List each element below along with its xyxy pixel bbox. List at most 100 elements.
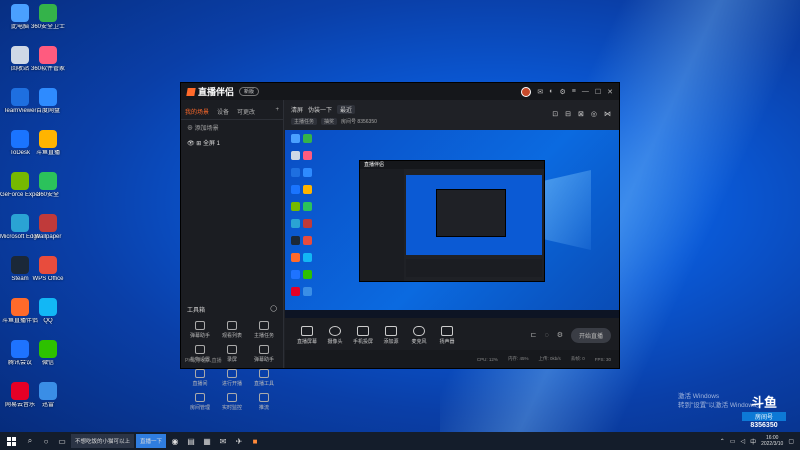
desktop-icon[interactable]: QQ: [28, 298, 68, 325]
camera-button[interactable]: 摄像头: [321, 325, 349, 345]
app-icon: [11, 214, 29, 232]
cortana-icon[interactable]: ○: [38, 432, 54, 450]
tool-item[interactable]: 实时监控: [216, 393, 248, 411]
desktop-icon[interactable]: 360软件管家: [28, 46, 68, 73]
desktop-icon-label: QQ: [43, 318, 53, 324]
maximize-icon[interactable]: ☐: [595, 88, 601, 96]
minimize-icon[interactable]: —: [582, 88, 589, 95]
gift-icon[interactable]: ⊡: [552, 110, 558, 118]
speaker-button[interactable]: 扬声器: [433, 325, 461, 345]
disguise-link[interactable]: 伪装一下: [308, 105, 332, 114]
douyu-icon[interactable]: ■: [247, 432, 263, 450]
preview-icon: [303, 287, 312, 296]
edge-icon[interactable]: ◉: [167, 432, 183, 450]
share-icon[interactable]: ⋈: [604, 110, 611, 118]
task-badge[interactable]: 主播任务: [291, 118, 318, 125]
tool-icon: [259, 321, 269, 330]
control-label: 添加源: [383, 338, 399, 345]
volume-icon[interactable]: ◁: [740, 438, 745, 445]
tool-item[interactable]: 直播工具: [248, 369, 280, 387]
task-view-icon[interactable]: ▭: [54, 432, 70, 450]
add-scene-button[interactable]: +: [275, 107, 279, 116]
tool-label: 弹幕助手: [189, 333, 210, 339]
tool-item[interactable]: 直播间: [184, 369, 216, 387]
close-icon[interactable]: ✕: [607, 88, 613, 96]
menu-icon[interactable]: ≡: [572, 88, 576, 95]
app-icon: [39, 340, 57, 358]
lottery-badge[interactable]: 抽奖: [321, 118, 338, 125]
tab-devices[interactable]: 设备: [217, 107, 229, 116]
desktop-icon[interactable]: 百度网盘: [28, 88, 68, 115]
preview-icon: [303, 168, 312, 177]
brand-title: 斗鱼: [750, 395, 777, 410]
mail-icon[interactable]: ✉: [215, 432, 231, 450]
folder-icon[interactable]: ▤: [183, 432, 199, 450]
microphone-button[interactable]: 麦克风: [405, 325, 433, 345]
record-video-icon[interactable]: ⊏: [531, 331, 537, 339]
live-settings-icon[interactable]: ⚙: [557, 331, 563, 339]
tool-item[interactable]: 进行开播: [216, 369, 248, 387]
desktop-icon[interactable]: WPS Office: [28, 256, 68, 283]
skin-icon[interactable]: ◐: [549, 88, 553, 95]
tool-item[interactable]: 主播任务: [248, 321, 280, 339]
status-item: FPS: 30: [594, 356, 611, 362]
scene-item[interactable]: 👁 ⊞ 全屏 1: [181, 135, 283, 150]
desktop-icon[interactable]: Wallpaper: [28, 214, 68, 241]
toolbox-more-icon[interactable]: ◯: [270, 305, 277, 314]
preview-icon: [303, 236, 312, 245]
tab-editable[interactable]: 可更改: [237, 107, 255, 116]
language-indicator[interactable]: 中: [750, 437, 756, 446]
message-icon[interactable]: ✉: [537, 88, 543, 96]
brand-room: 8356350: [750, 422, 778, 429]
tray-chevron-icon[interactable]: ⌃: [720, 438, 725, 445]
plane-icon[interactable]: ✈: [231, 432, 247, 450]
version-badge[interactable]: 新版: [239, 87, 260, 96]
notification-icon[interactable]: ▢: [788, 438, 794, 445]
avatar[interactable]: [521, 86, 532, 97]
scene-add-row[interactable]: ⊕ 添加场景: [181, 120, 283, 135]
preview-icon: [291, 134, 300, 143]
phone-cast-button[interactable]: 手机投屏: [349, 325, 377, 345]
room-number: 房间号 8356350: [341, 119, 377, 125]
title-bar: 直播伴侣 新版 ✉ ◐ ⚙ ≡ — ☐ ✕: [181, 83, 619, 100]
preview-icon: [303, 202, 312, 211]
tool-item[interactable]: 推流: [248, 393, 280, 411]
recent-badge[interactable]: 最近: [337, 105, 356, 114]
toolbox-grid: 弹幕助手 观看列表 主播任务 礼物设置 录屏 弹幕助手 直播间 进行开播 直播工具 房间管理 实时监…: [184, 321, 280, 411]
app-icon: [11, 298, 29, 316]
screen-capture-button[interactable]: 直播屏幕: [293, 325, 321, 345]
network-icon[interactable]: ▭: [730, 438, 736, 445]
taskbar-app-browser[interactable]: 不想吃饭的小猫可以上: [71, 434, 135, 448]
desktop-icon[interactable]: 斗鱼直播: [28, 130, 68, 157]
desktop-icon[interactable]: 360安全: [28, 172, 68, 199]
nested-sidebar: [360, 169, 404, 281]
status-item: 内存: 45%: [507, 356, 529, 361]
desktop-icon[interactable]: 迅雷: [28, 382, 68, 409]
desktop-icon[interactable]: 360安全卫士: [28, 4, 68, 31]
tool-label: 弹幕助手: [253, 357, 274, 363]
preview-desktop-icons: [291, 134, 315, 304]
start-live-button[interactable]: 开始直播: [570, 327, 611, 343]
desktop-icon[interactable]: 微信: [28, 340, 68, 367]
clear-screen-link[interactable]: 清屏: [291, 105, 303, 114]
bell-icon[interactable]: ◎: [591, 110, 597, 118]
record-icon[interactable]: ⊠: [578, 110, 584, 118]
live-preview[interactable]: 直播伴侣: [285, 130, 619, 318]
lock-icon[interactable]: ⊟: [565, 110, 571, 118]
store-icon[interactable]: ▦: [199, 432, 215, 450]
tool-item[interactable]: 弹幕助手: [184, 321, 216, 339]
preview-icon: [303, 253, 312, 262]
timer-icon[interactable]: ◌: [545, 332, 549, 339]
add-source-button[interactable]: 添加源: [377, 325, 405, 345]
taskbar-app-live[interactable]: 直播一下: [136, 434, 167, 448]
brand-sub: 房间号: [742, 412, 786, 421]
tool-item[interactable]: 观看列表: [216, 321, 248, 339]
search-icon[interactable]: ⌕: [22, 432, 38, 450]
preview-icon: [291, 202, 300, 211]
tab-my-scenes[interactable]: 我的场景: [185, 107, 209, 116]
start-button[interactable]: [0, 432, 22, 450]
clock[interactable]: 16:00 2022/3/10: [761, 435, 783, 447]
settings-icon[interactable]: ⚙: [559, 88, 565, 96]
tool-item[interactable]: 房间管理: [184, 393, 216, 411]
tool-item[interactable]: 弹幕助手: [248, 345, 280, 363]
